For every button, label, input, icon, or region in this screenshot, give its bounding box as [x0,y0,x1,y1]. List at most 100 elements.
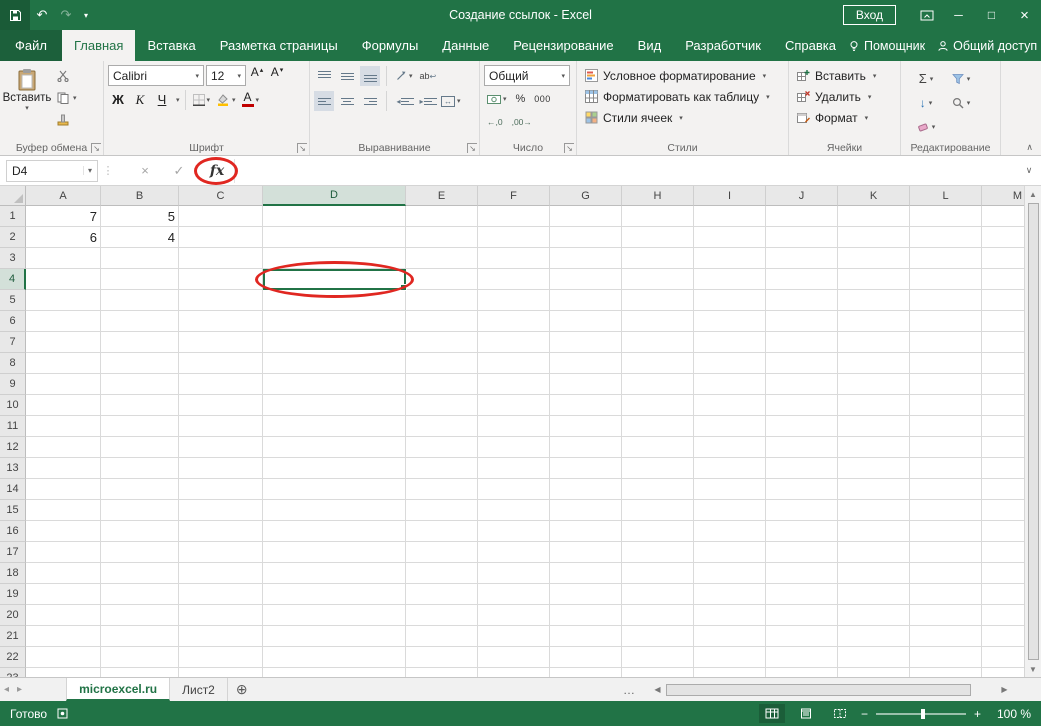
cell-K20[interactable] [838,605,910,626]
share-button[interactable]: Общий доступ [953,39,1037,53]
cell-D19[interactable] [263,584,406,605]
cell-M15[interactable] [982,500,1024,521]
tab-overflow-dots[interactable]: … [623,683,635,697]
cell-A19[interactable] [26,584,101,605]
cell-L9[interactable] [910,374,982,395]
cell-D5[interactable] [263,290,406,311]
cell-B18[interactable] [101,563,179,584]
cell-F13[interactable] [478,458,550,479]
cell-J19[interactable] [766,584,838,605]
cell-J10[interactable] [766,395,838,416]
cell-H4[interactable] [622,269,694,290]
align-bottom-button[interactable] [360,66,380,86]
cell-M13[interactable] [982,458,1024,479]
cell-A9[interactable] [26,374,101,395]
row-header-15[interactable]: 15 [0,500,26,521]
cell-H23[interactable] [622,668,694,677]
cell-J20[interactable] [766,605,838,626]
cell-J6[interactable] [766,311,838,332]
cell-A11[interactable] [26,416,101,437]
cell-F23[interactable] [478,668,550,677]
cell-K16[interactable] [838,521,910,542]
cell-G13[interactable] [550,458,622,479]
shrink-font-button[interactable]: А ▾ [268,65,286,86]
cell-D2[interactable] [263,227,406,248]
cell-B23[interactable] [101,668,179,677]
cell-I10[interactable] [694,395,766,416]
cell-M10[interactable] [982,395,1024,416]
fill-button[interactable]: ↓ ▾ [909,91,943,114]
align-top-button[interactable] [314,66,334,86]
cell-B12[interactable] [101,437,179,458]
cell-D21[interactable] [263,626,406,647]
cell-B7[interactable] [101,332,179,353]
cell-D6[interactable] [263,311,406,332]
cell-C23[interactable] [179,668,263,677]
sheet-tab-Лист2[interactable]: Лист2 [170,678,228,701]
cell-B21[interactable] [101,626,179,647]
cell-B22[interactable] [101,647,179,668]
cell-J8[interactable] [766,353,838,374]
cell-K12[interactable] [838,437,910,458]
cell-B2[interactable]: 4 [101,227,179,248]
cell-F21[interactable] [478,626,550,647]
cell-E19[interactable] [406,584,478,605]
cell-C13[interactable] [179,458,263,479]
cell-B6[interactable] [101,311,179,332]
cell-C10[interactable] [179,395,263,416]
redo-button[interactable]: ↷ [54,0,78,30]
cell-G23[interactable] [550,668,622,677]
cell-I3[interactable] [694,248,766,269]
cell-F19[interactable] [478,584,550,605]
cell-I2[interactable] [694,227,766,248]
cell-H13[interactable] [622,458,694,479]
cell-B15[interactable] [101,500,179,521]
cell-D20[interactable] [263,605,406,626]
cell-K14[interactable] [838,479,910,500]
sheet-nav-left-icon[interactable]: ◂ [4,684,9,695]
cell-D13[interactable] [263,458,406,479]
cell-G19[interactable] [550,584,622,605]
expand-formula-bar-icon[interactable]: ∨ [1017,165,1041,176]
cell-G21[interactable] [550,626,622,647]
cell-K4[interactable] [838,269,910,290]
cell-I8[interactable] [694,353,766,374]
cell-I17[interactable] [694,542,766,563]
row-header-1[interactable]: 1 [0,206,26,227]
cell-J18[interactable] [766,563,838,584]
row-header-19[interactable]: 19 [0,584,26,605]
cell-B10[interactable] [101,395,179,416]
increase-decimal-button[interactable]: ←,0 [484,112,506,132]
cell-K3[interactable] [838,248,910,269]
select-all-corner[interactable] [0,186,26,206]
cell-F20[interactable] [478,605,550,626]
cell-A8[interactable] [26,353,101,374]
cell-K2[interactable] [838,227,910,248]
cell-M4[interactable] [982,269,1024,290]
cell-J15[interactable] [766,500,838,521]
cell-M2[interactable] [982,227,1024,248]
increase-indent-button[interactable]: ▸ [416,91,437,111]
cell-A10[interactable] [26,395,101,416]
cell-M23[interactable] [982,668,1024,677]
cell-B9[interactable] [101,374,179,395]
row-header-14[interactable]: 14 [0,479,26,500]
cell-B20[interactable] [101,605,179,626]
cell-B3[interactable] [101,248,179,269]
cell-M19[interactable] [982,584,1024,605]
cell-L12[interactable] [910,437,982,458]
cell-D1[interactable] [263,206,406,227]
format-cells-button[interactable]: Формат ▾ [793,107,896,128]
cell-I14[interactable] [694,479,766,500]
cell-E10[interactable] [406,395,478,416]
maximize-button[interactable]: □ [975,0,1008,30]
horizontal-scroll-thumb[interactable] [666,683,971,696]
cell-G2[interactable] [550,227,622,248]
column-header-E[interactable]: E [406,186,478,206]
cell-J12[interactable] [766,437,838,458]
cell-H1[interactable] [622,206,694,227]
cell-G11[interactable] [550,416,622,437]
vertical-scroll-thumb[interactable] [1027,203,1039,660]
cell-F3[interactable] [478,248,550,269]
cell-E23[interactable] [406,668,478,677]
